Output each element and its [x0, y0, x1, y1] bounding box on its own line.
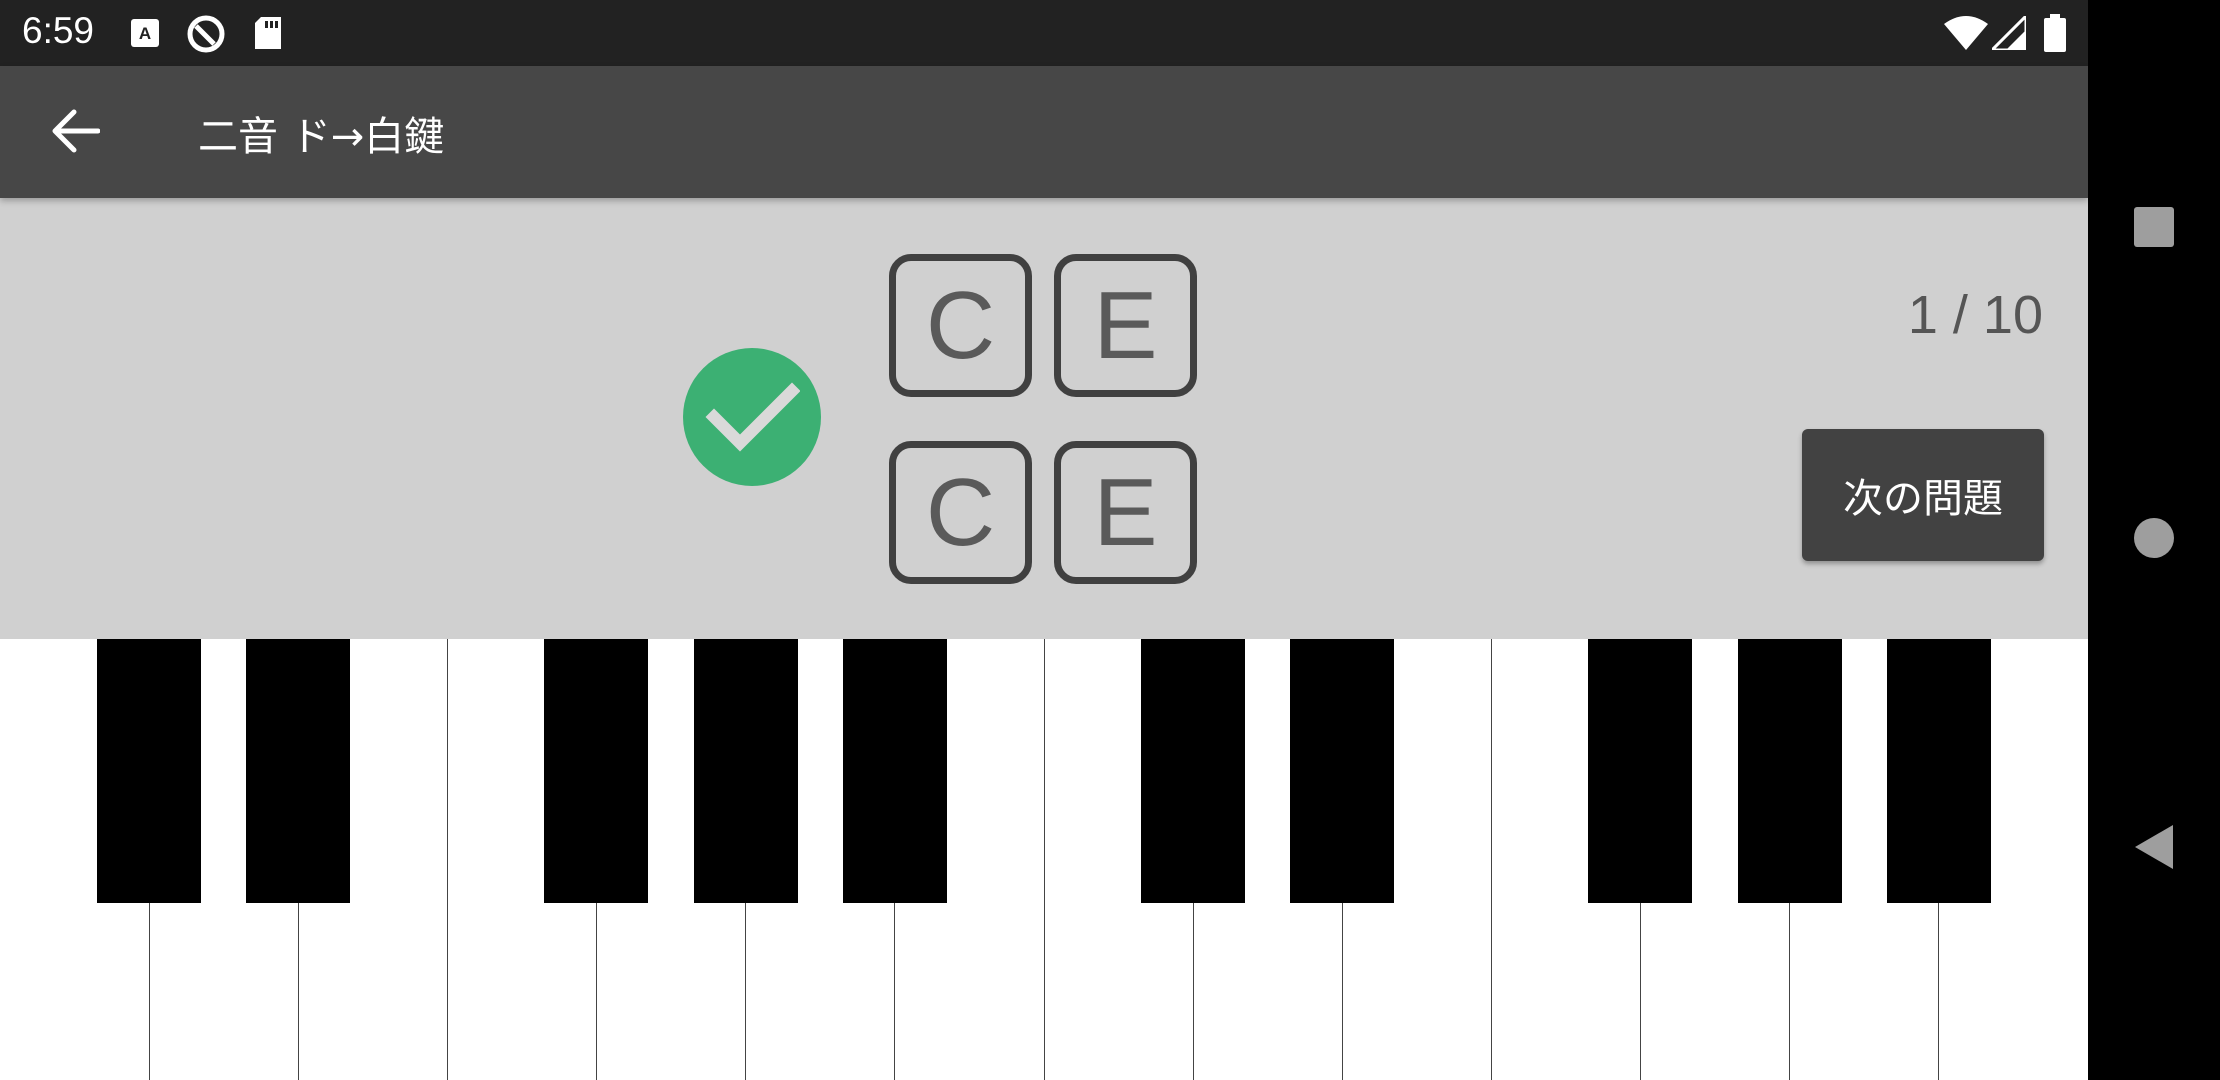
white-key-divider — [1044, 639, 1045, 1080]
home-button[interactable] — [2088, 474, 2220, 606]
black-key[interactable] — [843, 639, 947, 903]
arrow-back-icon — [50, 108, 101, 158]
system-back-button[interactable] — [2088, 783, 2220, 915]
cell-signal-icon — [1988, 12, 2028, 54]
battery-icon — [2044, 14, 2066, 56]
white-key-divider — [1491, 639, 1492, 1080]
quiz-panel: C E C E 1 / 10 次の問題 — [0, 198, 2088, 639]
answer-note-2: E — [1054, 254, 1197, 397]
black-key[interactable] — [1887, 639, 1991, 903]
progress-counter: 1 / 10 — [1907, 285, 2043, 345]
piano-keyboard — [0, 639, 2088, 1080]
question-note-2: E — [1054, 441, 1197, 584]
square-recents-icon — [2133, 206, 2175, 252]
recents-button[interactable] — [2088, 163, 2220, 295]
page-title: 二音 ド→白鍵 — [198, 114, 445, 160]
wifi-icon — [1944, 16, 1988, 54]
black-key[interactable] — [694, 639, 798, 903]
white-key-divider — [447, 639, 448, 1080]
black-key[interactable] — [1588, 639, 1692, 903]
back-button[interactable] — [40, 98, 110, 168]
check-icon — [683, 348, 821, 486]
black-key[interactable] — [246, 639, 350, 903]
triangle-back-icon — [2133, 823, 2175, 875]
circle-q-icon — [186, 14, 226, 58]
status-time: 6:59 — [22, 10, 95, 51]
keyboard-a-icon: A — [130, 18, 160, 52]
black-key[interactable] — [97, 639, 201, 903]
app-bar: 二音 ド→白鍵 — [0, 66, 2088, 198]
next-question-button[interactable]: 次の問題 — [1802, 429, 2044, 561]
black-key[interactable] — [1290, 639, 1394, 903]
answer-note-1: C — [889, 254, 1032, 397]
black-key[interactable] — [544, 639, 648, 903]
question-note-1: C — [889, 441, 1032, 584]
sd-card-icon — [253, 16, 283, 54]
svg-text:A: A — [139, 24, 151, 43]
status-bar: 6:59 A — [0, 0, 2088, 66]
black-key[interactable] — [1738, 639, 1842, 903]
circle-home-icon — [2132, 516, 2176, 564]
black-key[interactable] — [1141, 639, 1245, 903]
system-nav-bar — [2088, 0, 2220, 1080]
